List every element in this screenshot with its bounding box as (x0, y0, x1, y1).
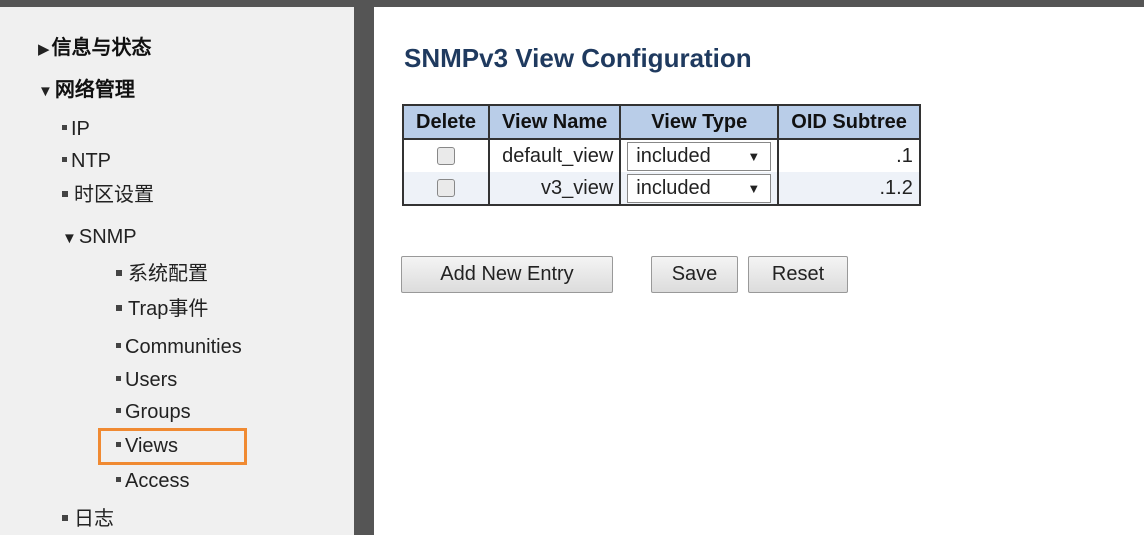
sidebar-item-communities[interactable]: Communities (116, 335, 242, 359)
bullet-icon (116, 343, 121, 349)
sidebar-item-users[interactable]: Users (116, 368, 177, 392)
sidebar-item-trap-events[interactable]: Trap事件 (116, 297, 208, 321)
view-name-cell: v3_view (488, 172, 622, 206)
bullet-icon (116, 376, 121, 382)
view-type-select[interactable]: included ▼ (627, 141, 772, 171)
selected-item-highlight (98, 428, 247, 465)
sidebar-item-label: 系统配置 (128, 263, 208, 285)
sidebar-item-label: 日志 (74, 508, 114, 530)
column-header-oid-subtree: OID Subtree (777, 104, 921, 140)
sidebar-item-network-management[interactable]: ▼ 网络管理 (38, 78, 135, 104)
sidebar-item-ip[interactable]: IP (62, 117, 90, 141)
column-header-view-name: View Name (488, 104, 622, 140)
sidebar-divider[interactable] (354, 0, 374, 535)
bullet-icon (116, 408, 121, 414)
sidebar-item-label: 网络管理 (54, 79, 135, 101)
sidebar-item-ntp[interactable]: NTP (62, 149, 111, 173)
bullet-icon (62, 190, 68, 197)
table-row: default_view included ▼ .1 (401, 139, 921, 172)
bullet-icon (116, 269, 122, 276)
sidebar-item-snmp[interactable]: ▼ SNMP (62, 225, 137, 251)
dropdown-arrow-icon: ▼ (747, 148, 761, 164)
page-title: SNMPv3 View Configuration (404, 43, 752, 73)
bullet-icon (62, 514, 68, 521)
sidebar-item-label: Trap事件 (128, 298, 209, 320)
sidebar-item-label: Users (125, 369, 178, 391)
table-header-row: Delete View Name View Type OID Subtree (401, 104, 921, 140)
main-content: SNMPv3 View Configuration Delete View Na… (374, 7, 1144, 535)
view-type-select[interactable]: included ▼ (627, 173, 772, 203)
sidebar-item-label: IP (71, 118, 90, 140)
sidebar-item-label: 时区设置 (74, 184, 154, 206)
column-header-view-type: View Type (619, 104, 780, 140)
collapse-arrow-icon: ▼ (38, 83, 53, 100)
bullet-icon (116, 304, 122, 311)
expand-arrow-icon: ▶ (38, 41, 50, 58)
oid-subtree-cell: .1.2 (777, 172, 921, 206)
table-row: v3_view included ▼ .1.2 (401, 172, 921, 206)
sidebar-item-label: Access (125, 470, 190, 492)
dropdown-arrow-icon: ▼ (747, 180, 761, 196)
add-new-entry-button[interactable]: Add New Entry (401, 256, 613, 293)
bullet-icon (116, 477, 121, 483)
top-bar (0, 0, 1144, 7)
view-type-cell: included ▼ (619, 139, 780, 172)
sidebar-item-label: Groups (125, 401, 191, 423)
bullet-icon (62, 125, 67, 131)
sidebar-item-timezone[interactable]: 时区设置 (62, 183, 154, 207)
delete-cell (401, 172, 491, 206)
save-button[interactable]: Save (651, 256, 738, 293)
reset-button[interactable]: Reset (748, 256, 848, 293)
sidebar-item-info-status[interactable]: ▶ 信息与状态 (38, 36, 152, 62)
sidebar-item-groups[interactable]: Groups (116, 400, 191, 424)
view-type-value: included (636, 144, 711, 167)
view-type-cell: included ▼ (619, 172, 780, 206)
delete-checkbox[interactable] (437, 179, 456, 198)
delete-checkbox[interactable] (437, 147, 456, 166)
collapse-arrow-icon: ▼ (62, 230, 77, 247)
view-config-table: Delete View Name View Type OID Subtree d… (401, 104, 921, 206)
sidebar-item-label: Communities (125, 336, 242, 358)
sidebar-item-system-config[interactable]: 系统配置 (116, 262, 208, 286)
delete-cell (401, 139, 491, 172)
sidebar-item-label: SNMP (78, 226, 137, 248)
oid-subtree-cell: .1 (777, 139, 921, 172)
view-type-value: included (636, 176, 711, 199)
sidebar-item-access[interactable]: Access (116, 469, 189, 493)
sidebar-item-label: NTP (71, 150, 111, 172)
sidebar-item-log[interactable]: 日志 (62, 507, 114, 531)
bullet-icon (62, 157, 67, 163)
view-name-cell: default_view (488, 139, 622, 172)
sidebar-item-label: 信息与状态 (51, 37, 152, 59)
column-header-delete: Delete (401, 104, 491, 140)
